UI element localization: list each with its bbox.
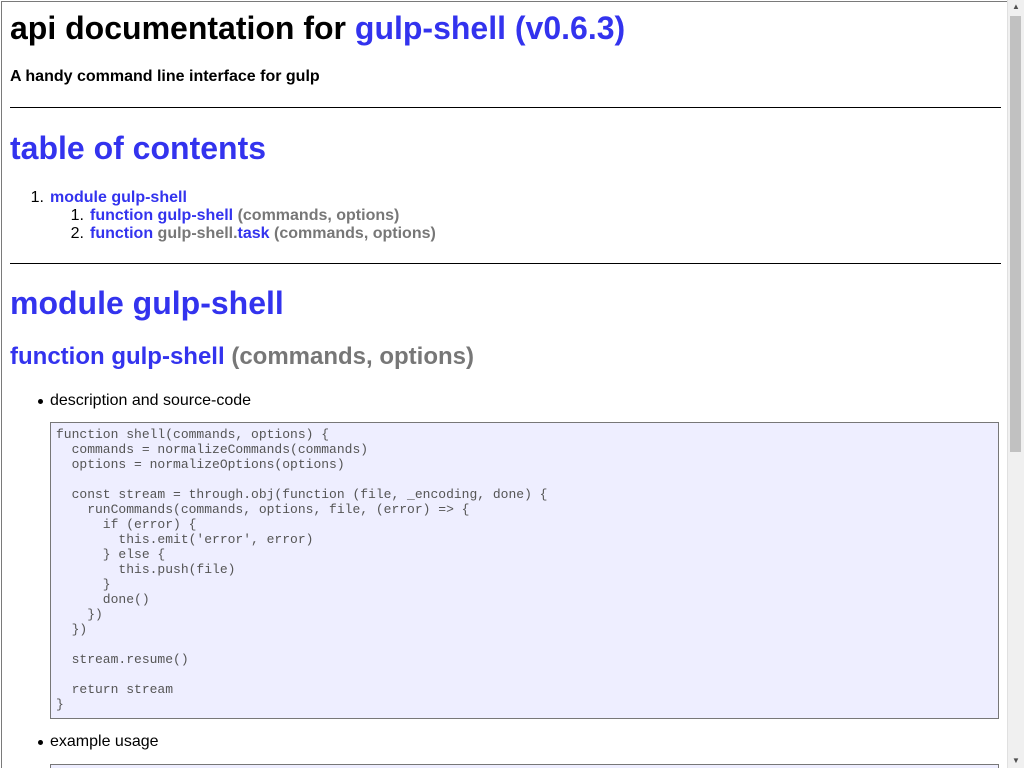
scrollbar-thumb[interactable] — [1010, 16, 1021, 452]
toc-subitem-gulp-shell: function gulp-shell (commands, options) — [90, 207, 399, 225]
toc-subitem-name[interactable]: task — [238, 225, 270, 242]
toc-subitem-keyword[interactable]: function — [90, 225, 153, 242]
function-heading: function gulp-shell (commands, options) — [10, 343, 474, 371]
package-link[interactable]: gulp-shell (v0.6.3) — [355, 10, 625, 46]
toc-subitem-number: 2. — [70, 225, 84, 242]
source-code-block: function shell(commands, options) { comm… — [50, 422, 999, 719]
scroll-down-arrow-icon[interactable]: ▼ — [1008, 754, 1024, 768]
list-item: description and source-code — [38, 392, 252, 410]
function-params: (commands, options) — [231, 343, 474, 370]
toc-subitem-number: 1. — [70, 207, 84, 224]
toc-item-number: 1. — [30, 189, 44, 206]
toc-heading: table of contents — [10, 130, 267, 166]
function-keyword: function — [10, 343, 105, 370]
function-name: gulp-shell — [111, 343, 225, 370]
bullet-icon — [38, 740, 43, 745]
source-code: function shell(commands, options) { comm… — [56, 427, 548, 712]
toc-subitem-prefix: gulp-shell. — [157, 225, 238, 242]
page-subtitle: A handy command line interface for gulp — [10, 68, 320, 85]
example-code-block — [50, 764, 999, 768]
bullet-label: example usage — [50, 733, 159, 750]
page-title-prefix: api documentation for — [10, 10, 346, 46]
vertical-scrollbar[interactable]: ▲ ▼ — [1007, 0, 1024, 768]
scroll-up-arrow-icon[interactable]: ▲ — [1008, 0, 1024, 14]
toc-subitem-task: function gulp-shell.task (commands, opti… — [90, 225, 436, 243]
page-title: api documentation for gulp-shell (v0.6.3… — [10, 10, 625, 47]
divider — [10, 263, 1001, 264]
module-heading: module gulp-shell — [10, 285, 284, 321]
toc-subitem-params: (commands, options) — [237, 207, 400, 224]
toc-subitem-params: (commands, options) — [274, 225, 436, 242]
bullet-label: description and source-code — [50, 392, 252, 409]
toc-subitem-name[interactable]: gulp-shell — [158, 207, 234, 224]
list-item: example usage — [38, 733, 159, 751]
bullet-icon — [38, 399, 43, 404]
divider — [10, 107, 1001, 108]
toc-item-module-gulp-shell[interactable]: module gulp-shell — [50, 189, 187, 207]
toc-subitem-keyword[interactable]: function — [90, 207, 153, 224]
browser-viewport: api documentation for gulp-shell (v0.6.3… — [1, 1, 1007, 768]
